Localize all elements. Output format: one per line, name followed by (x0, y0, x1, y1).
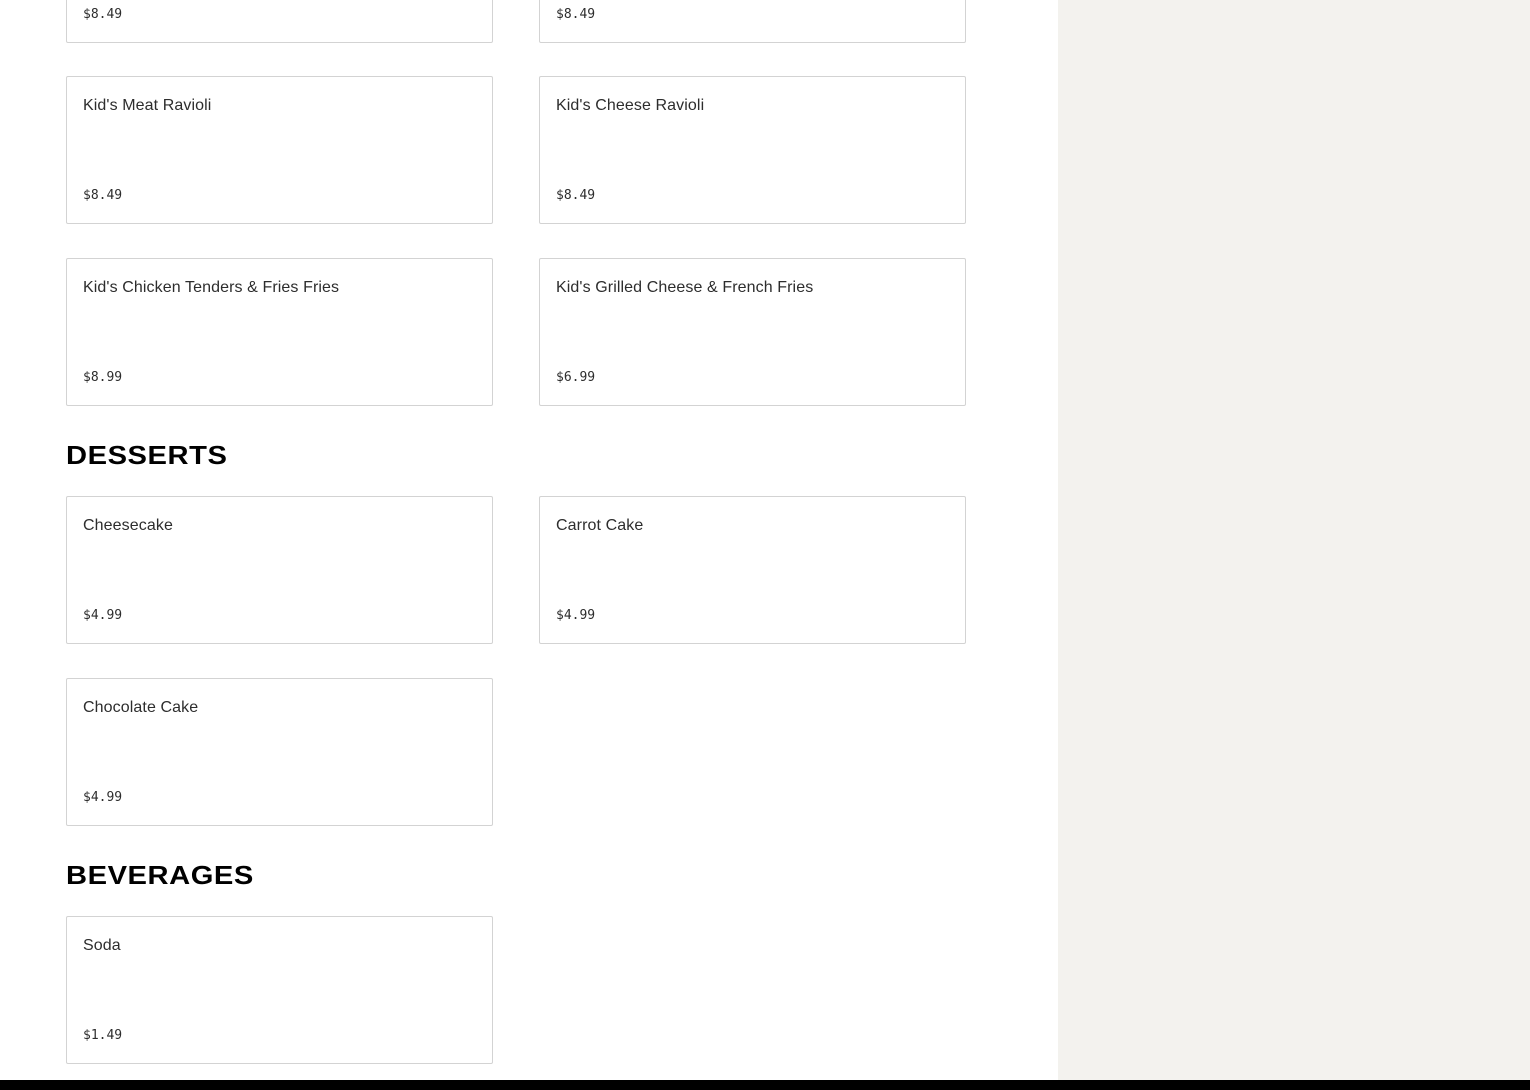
menu-item-card[interactable]: Carrot Cake $4.99 (539, 496, 966, 644)
item-price: $6.99 (556, 370, 596, 385)
section-title-desserts: DESSERTS (66, 440, 228, 470)
menu-item-card[interactable]: Soda $1.49 (66, 916, 493, 1064)
item-name: Kid's Cheese Ravioli (556, 97, 705, 114)
footer-bar (0, 1080, 1530, 1090)
item-price: $4.99 (83, 790, 123, 805)
item-name: Kid's Grilled Cheese & French Fries (556, 279, 814, 296)
menu-item-card[interactable]: Cheesecake $4.99 (66, 496, 493, 644)
item-name: Kid's Chicken Tenders & Fries Fries (83, 279, 340, 296)
menu-item-card[interactable]: Kid's Grilled Cheese & French Fries $6.9… (539, 258, 966, 406)
item-name: Soda (83, 937, 121, 954)
menu-item-card[interactable]: Kid's Meat Ravioli $8.49 (66, 76, 493, 224)
item-price: $8.99 (83, 370, 123, 385)
item-price: $4.99 (83, 608, 123, 623)
menu-item-card[interactable]: $8.49 (66, 0, 493, 43)
item-price: $8.49 (556, 7, 596, 22)
menu-item-card[interactable]: Kid's Cheese Ravioli $8.49 (539, 76, 966, 224)
item-name: Kid's Meat Ravioli (83, 97, 212, 114)
section-title-beverages: BEVERAGES (66, 860, 254, 890)
menu-page: $8.49 $8.49 Kid's Meat Ravioli $8.49 Kid… (0, 0, 1530, 1090)
menu-content: $8.49 $8.49 Kid's Meat Ravioli $8.49 Kid… (0, 0, 1058, 1080)
menu-item-card[interactable]: Chocolate Cake $4.99 (66, 678, 493, 826)
item-name: Carrot Cake (556, 517, 644, 534)
item-price: $8.49 (556, 188, 596, 203)
item-price: $8.49 (83, 7, 123, 22)
menu-item-card[interactable]: Kid's Chicken Tenders & Fries Fries $8.9… (66, 258, 493, 406)
item-name: Chocolate Cake (83, 699, 199, 716)
item-name: Cheesecake (83, 517, 173, 534)
item-price: $4.99 (556, 608, 596, 623)
menu-item-card[interactable]: $8.49 (539, 0, 966, 43)
item-price: $8.49 (83, 188, 123, 203)
item-price: $1.49 (83, 1028, 123, 1043)
cart-side-panel (1058, 0, 1530, 1080)
